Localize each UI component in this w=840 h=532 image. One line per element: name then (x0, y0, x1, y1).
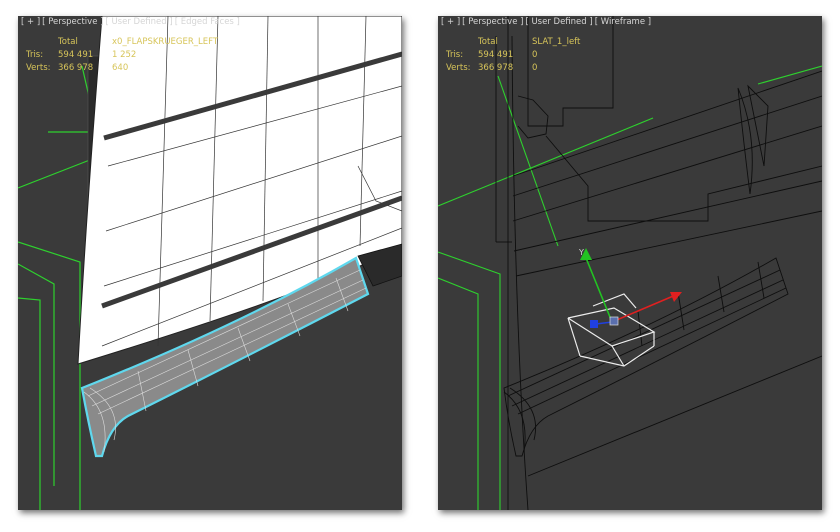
viewport-view-menu[interactable]: [ Perspective ] (42, 17, 103, 27)
stats-tris-label: Tris: (446, 50, 464, 60)
stats-verts-object: 640 (112, 63, 129, 73)
stats-verts-total: 366 978 (58, 63, 94, 73)
viewport-perspective-left[interactable]: [ + ][ Perspective ][ User Defined ][ Ed… (18, 16, 402, 510)
stats-object-header: x0_FLAPSKRUEGER_LEFT (112, 37, 219, 47)
stats-verts-total: 366 978 (478, 63, 514, 73)
viewport-menu-plus[interactable]: [ + ] (21, 17, 40, 27)
viewport-edges-menu[interactable]: [ Wireframe ] (595, 17, 651, 27)
stats-verts-label: Verts: (26, 63, 51, 73)
viewport-perspective-right[interactable]: Y [ + ][ Perspective ][ User Defined ][ … (438, 16, 822, 510)
stats-tris-total: 594 491 (58, 50, 94, 60)
viewport-edges-menu[interactable]: [ Edged Faces ] (175, 17, 240, 27)
stats-tris-total: 594 491 (478, 50, 514, 60)
stats-total-header: Total (58, 37, 78, 47)
stats-tris-object: 1 252 (112, 50, 137, 60)
viewport-shading-menu[interactable]: [ User Defined ] (525, 17, 592, 27)
viewport-view-menu[interactable]: [ Perspective ] (462, 17, 523, 27)
viewport-left-scene (18, 16, 402, 510)
stats-verts-label: Verts: (446, 63, 471, 73)
viewport-right-scene (438, 16, 822, 510)
stats-tris-label: Tris: (26, 50, 44, 60)
viewport-label-bar[interactable]: [ + ][ Perspective ][ User Defined ][ Ed… (21, 17, 242, 27)
viewport-shading-menu[interactable]: [ User Defined ] (105, 17, 172, 27)
stats-tris-object: 0 (532, 50, 538, 60)
stats-object-header: SLAT_1_left (532, 37, 581, 47)
viewport-menu-plus[interactable]: [ + ] (441, 17, 460, 27)
viewport-label-bar[interactable]: [ + ][ Perspective ][ User Defined ][ Wi… (441, 17, 653, 27)
gizmo-y-axis-label: Y (579, 248, 584, 257)
stats-verts-object: 0 (532, 63, 538, 73)
stats-total-header: Total (478, 37, 498, 47)
